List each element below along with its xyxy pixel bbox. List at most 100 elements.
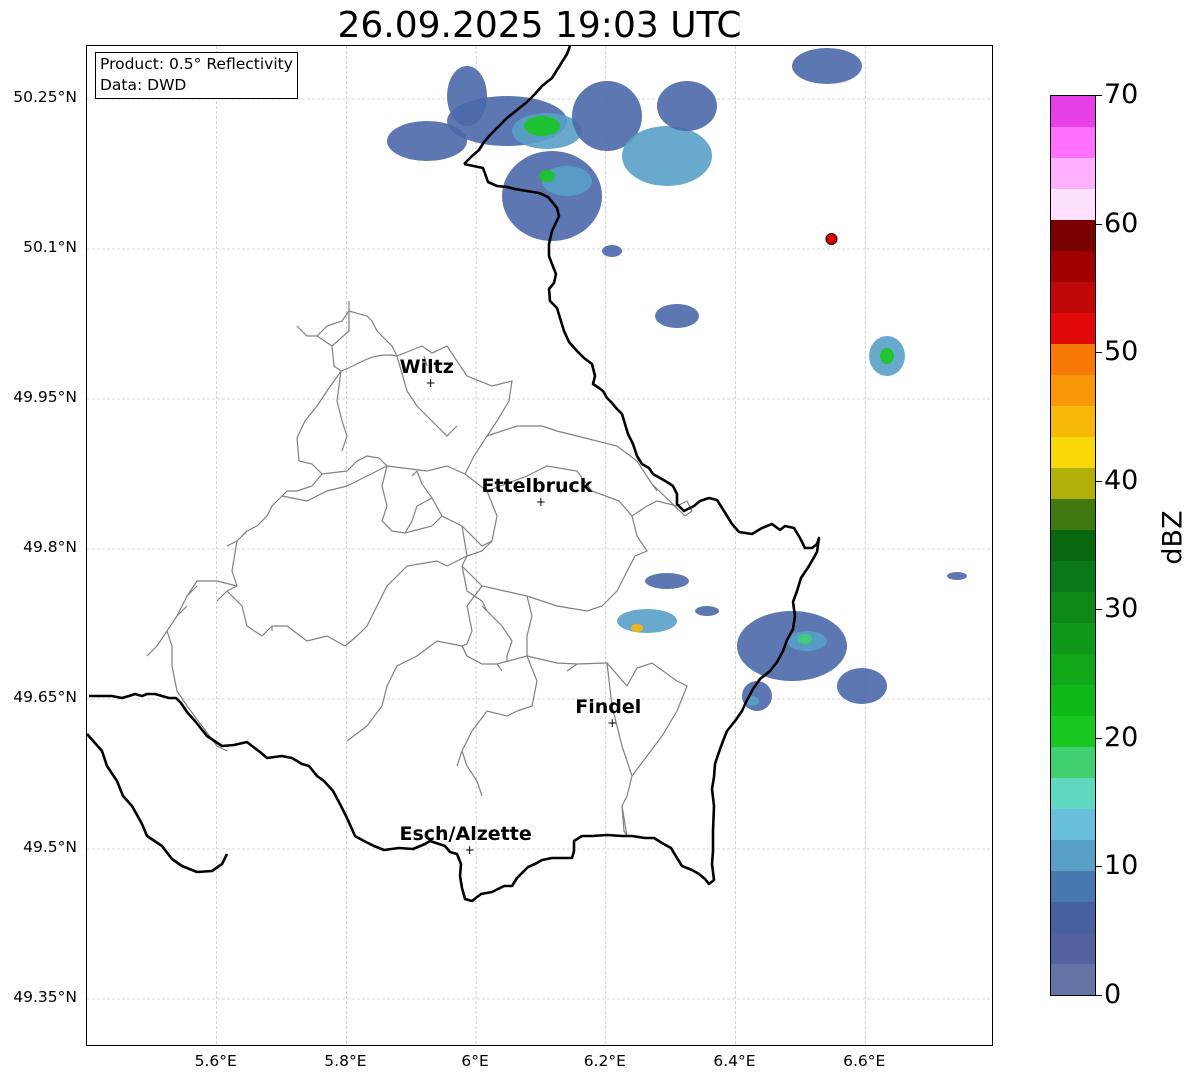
canton-line bbox=[296, 325, 333, 347]
colorbar-tick-label: 0 bbox=[1104, 979, 1122, 1010]
colorbar-band bbox=[1051, 251, 1095, 282]
city-marker: + bbox=[426, 376, 436, 390]
colorbar-band bbox=[1051, 685, 1095, 716]
radar-echo bbox=[695, 606, 719, 616]
canton-line bbox=[216, 590, 228, 602]
colorbar-band bbox=[1051, 96, 1095, 127]
colorbar-band bbox=[1051, 933, 1095, 964]
colorbar-tick-label: 30 bbox=[1104, 593, 1139, 625]
canton-line bbox=[226, 473, 323, 592]
city-label: Findel bbox=[575, 696, 641, 718]
colorbar-tick-mark bbox=[1096, 95, 1102, 96]
lat-tick-label: 49.35°N bbox=[13, 988, 77, 1006]
colorbar-band bbox=[1051, 592, 1095, 623]
colorbar-band bbox=[1051, 747, 1095, 778]
colorbar-band bbox=[1051, 220, 1095, 251]
radar-echo bbox=[617, 609, 677, 633]
colorbar-tick-label: 40 bbox=[1104, 464, 1139, 496]
radar-echo bbox=[792, 48, 862, 84]
colorbar-band bbox=[1051, 406, 1095, 437]
radar-echo bbox=[622, 126, 712, 186]
colorbar-band bbox=[1051, 313, 1095, 344]
canton-line bbox=[621, 662, 688, 837]
canton-line bbox=[461, 585, 638, 688]
radar-echo bbox=[655, 304, 699, 328]
radar-echo bbox=[602, 245, 622, 257]
radar-echo bbox=[657, 81, 717, 131]
colorbar-tick-mark bbox=[1096, 609, 1102, 611]
colorbar-band bbox=[1051, 902, 1095, 933]
radar-echo bbox=[539, 170, 555, 182]
canton-line bbox=[281, 465, 388, 502]
product-info-box: Product: 0.5° Reflectivity Data: DWD bbox=[95, 52, 298, 99]
canton-line bbox=[344, 525, 468, 647]
colorbar-band bbox=[1051, 499, 1095, 530]
luxembourg-border bbox=[89, 162, 821, 903]
canton-line bbox=[456, 655, 538, 767]
canton-line bbox=[526, 595, 533, 656]
colorbar-tick-label: 70 bbox=[1104, 79, 1139, 110]
radar-map[interactable]: + Wiltz + Ettelbruck + Findel + Esch/Alzette bbox=[86, 45, 993, 1046]
colorbar-band bbox=[1051, 530, 1095, 561]
radar-echo bbox=[837, 668, 887, 704]
colorbar-band bbox=[1051, 158, 1095, 189]
radar-echo bbox=[880, 348, 894, 364]
colorbar-tick-label: 10 bbox=[1104, 850, 1139, 882]
colorbar-tick-label: 50 bbox=[1104, 336, 1139, 368]
colorbar-tick-label: 20 bbox=[1104, 721, 1139, 753]
colorbar-band bbox=[1051, 127, 1095, 158]
canton-line bbox=[404, 497, 433, 534]
canton-line bbox=[496, 663, 503, 672]
city-label: Wiltz bbox=[400, 356, 454, 378]
lon-tick-label: 5.8°E bbox=[324, 1052, 367, 1070]
lat-tick-label: 49.95°N bbox=[13, 388, 77, 406]
canton-line bbox=[226, 540, 238, 547]
map-canvas: +Wiltz+Ettelbruck+Findel+Esch/Alzette bbox=[87, 46, 992, 1045]
colorbar-band bbox=[1051, 778, 1095, 809]
city-markers: +Wiltz+Ettelbruck+Findel+Esch/Alzette bbox=[399, 356, 641, 857]
colorbar-band bbox=[1051, 189, 1095, 220]
colorbar-band bbox=[1051, 561, 1095, 592]
radar-echo bbox=[947, 572, 967, 580]
lat-tick-label: 49.8°N bbox=[23, 538, 77, 556]
canton-line bbox=[411, 470, 418, 477]
canton-line bbox=[461, 565, 488, 612]
colorbar bbox=[1050, 95, 1096, 996]
colorbar-tick-mark bbox=[1096, 352, 1102, 354]
city-marker: + bbox=[607, 716, 617, 730]
canton-line bbox=[346, 640, 463, 742]
colorbar-tick-mark bbox=[1096, 480, 1102, 482]
city-marker: + bbox=[536, 495, 546, 509]
colorbar-label: dBZ bbox=[1157, 510, 1184, 565]
lat-tick-label: 49.5°N bbox=[23, 838, 77, 856]
country-borders bbox=[87, 46, 821, 903]
radar-echo bbox=[502, 151, 602, 241]
lon-tick-label: 6°E bbox=[461, 1052, 489, 1070]
radar-site-marker[interactable] bbox=[825, 233, 838, 245]
canton-line bbox=[461, 645, 468, 657]
colorbar-band bbox=[1051, 437, 1095, 468]
canton-line bbox=[241, 530, 248, 537]
colorbar-tick-label: 60 bbox=[1104, 207, 1139, 239]
canton-line bbox=[461, 750, 483, 797]
colorbar-band bbox=[1051, 716, 1095, 747]
colorbar-band bbox=[1051, 344, 1095, 375]
lat-tick-label: 49.65°N bbox=[13, 688, 77, 706]
canton-line bbox=[566, 663, 578, 672]
colorbar-tick-mark bbox=[1096, 866, 1102, 868]
colorbar-band bbox=[1051, 809, 1095, 840]
radar-echo bbox=[447, 66, 487, 126]
colorbar-tick-mark bbox=[1096, 737, 1102, 739]
canton-line bbox=[486, 610, 513, 661]
colorbar-band bbox=[1051, 375, 1095, 406]
colorbar-tick-mark bbox=[1096, 995, 1102, 996]
lat-tick-label: 50.1°N bbox=[23, 238, 77, 256]
city-label: Ettelbruck bbox=[481, 475, 592, 497]
city-label: Esch/Alzette bbox=[399, 823, 531, 845]
radar-echoes bbox=[387, 48, 967, 711]
radar-echo bbox=[645, 573, 689, 589]
france-border bbox=[87, 733, 229, 874]
canton-line bbox=[146, 645, 158, 657]
colorbar-band bbox=[1051, 964, 1095, 995]
lon-tick-label: 6.4°E bbox=[713, 1052, 756, 1070]
